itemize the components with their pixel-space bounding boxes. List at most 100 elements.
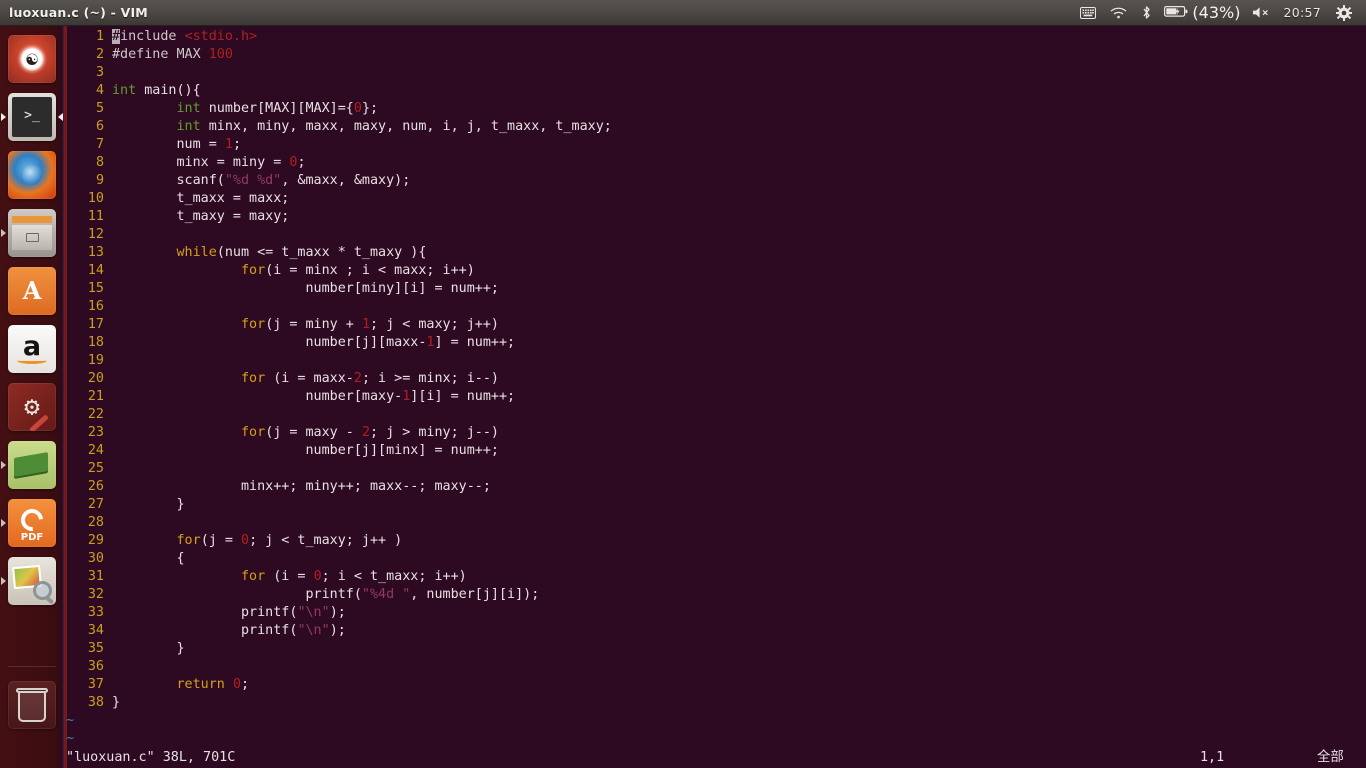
code-token: ); xyxy=(329,605,346,620)
code-line[interactable]: 15 number[miny][i] = num++; xyxy=(64,280,1366,298)
code-line[interactable]: 9 scanf("%d %d", &maxx, &maxy); xyxy=(64,172,1366,190)
code-line[interactable]: 28 xyxy=(64,514,1366,532)
code-line[interactable]: 10 t_maxx = maxx; xyxy=(64,190,1366,208)
line-number: 1 xyxy=(95,29,104,44)
launcher-item-terminal[interactable]: >_ xyxy=(0,88,64,146)
code-line[interactable]: 32 printf("%4d ", number[j][i]); xyxy=(64,586,1366,604)
code-line[interactable]: 21 number[maxy-1][i] = num++; xyxy=(64,388,1366,406)
code-line[interactable]: 4 int main(){ xyxy=(64,82,1366,100)
code-line[interactable]: 12 xyxy=(64,226,1366,244)
code-line[interactable]: 19 xyxy=(64,352,1366,370)
vim-editor[interactable]: 1 #include <stdio.h> 2 #define MAX 100 3 4 int… xyxy=(64,26,1366,768)
code-line[interactable]: 26 minx++; miny++; maxx--; maxy--; xyxy=(64,478,1366,496)
line-text xyxy=(112,460,1366,478)
line-number: 26 xyxy=(87,479,104,494)
line-text: number[j][maxx-1] = num++; xyxy=(112,334,1366,352)
keyboard-icon[interactable] xyxy=(1073,0,1103,26)
volume-muted-icon[interactable] xyxy=(1245,0,1279,26)
line-number: 22 xyxy=(87,407,104,422)
launcher-item-amazon[interactable]: a xyxy=(0,320,64,378)
code-token: ; xyxy=(241,677,250,692)
code-line[interactable]: 22 xyxy=(64,406,1366,424)
code-line[interactable]: 7 num = 1; xyxy=(64,136,1366,154)
code-line[interactable]: 11 t_maxy = maxy; xyxy=(64,208,1366,226)
code-line[interactable]: 23 for(j = maxy - 2; j > miny; j--) xyxy=(64,424,1366,442)
line-number: 28 xyxy=(87,515,104,530)
line-number: 34 xyxy=(87,623,104,638)
code-line[interactable]: 5 int number[MAX][MAX]={0}; xyxy=(64,100,1366,118)
code-token: ][i] = num++; xyxy=(410,389,516,404)
code-token: 0 xyxy=(353,101,362,116)
code-line[interactable]: 31 for (i = 0; i < t_maxx; i++) xyxy=(64,568,1366,586)
tilde-marker: ~ xyxy=(66,713,75,728)
line-text: } xyxy=(112,640,1366,658)
code-token: ] = num++; xyxy=(434,335,516,350)
wifi-icon[interactable] xyxy=(1103,0,1134,26)
line-text xyxy=(112,226,1366,244)
code-line[interactable]: 33 printf("\n"); xyxy=(64,604,1366,622)
code-line[interactable]: 6 int minx, miny, maxx, maxy, num, i, j,… xyxy=(64,118,1366,136)
launcher-item-dictionary[interactable] xyxy=(0,436,64,494)
code-line[interactable]: 3 xyxy=(64,64,1366,82)
code-line[interactable]: 18 number[j][maxx-1] = num++; xyxy=(64,334,1366,352)
code-line[interactable]: 2 #define MAX 100 xyxy=(64,46,1366,64)
code-line[interactable]: 30 { xyxy=(64,550,1366,568)
launcher-item-firefox[interactable] xyxy=(0,146,64,204)
code-line[interactable]: 34 printf("\n"); xyxy=(64,622,1366,640)
line-text xyxy=(112,658,1366,676)
window-title: luoxuan.c (~) - VIM xyxy=(9,5,148,20)
code-line[interactable]: 37 return 0; xyxy=(64,676,1366,694)
code-line[interactable]: 16 xyxy=(64,298,1366,316)
code-line[interactable]: 1 #include <stdio.h> xyxy=(64,28,1366,46)
code-line[interactable]: 36 xyxy=(64,658,1366,676)
code-line[interactable]: 25 xyxy=(64,460,1366,478)
line-number: 37 xyxy=(87,677,104,692)
code-line[interactable]: 29 for(j = 0; j < t_maxy; j++ ) xyxy=(64,532,1366,550)
launcher-item-foxit-pdf-reader[interactable]: PDF xyxy=(0,494,64,552)
code-line[interactable]: 38} xyxy=(64,694,1366,712)
line-text: for(j = 0; j < t_maxy; j++ ) xyxy=(112,532,1366,550)
clock[interactable]: 20:57 xyxy=(1279,0,1329,26)
empty-buffer-row: ~ xyxy=(64,712,1366,730)
code-token: } xyxy=(112,497,185,512)
code-token: 2 xyxy=(353,371,362,386)
bluetooth-icon[interactable] xyxy=(1134,0,1159,26)
battery-indicator[interactable]: (43%) xyxy=(1159,3,1245,22)
launcher-item-trash[interactable] xyxy=(0,676,64,734)
focused-pip-right-icon xyxy=(58,113,63,121)
launcher-item-files[interactable] xyxy=(0,204,64,262)
line-text: number[miny][i] = num++; xyxy=(112,280,1366,298)
launcher-item-system-settings[interactable]: ⚙ xyxy=(0,378,64,436)
code-token: scanf( xyxy=(112,173,225,188)
line-number: 3 xyxy=(95,65,104,80)
code-line[interactable]: 17 for(j = miny + 1; j < maxy; j++) xyxy=(64,316,1366,334)
launcher-item-ubuntu-software[interactable]: A xyxy=(0,262,64,320)
line-text: printf("%4d ", number[j][i]); xyxy=(112,586,1366,604)
gear-icon[interactable] xyxy=(1329,0,1359,26)
code-token: for xyxy=(241,371,266,386)
launcher-item-ubuntu-dash[interactable]: ☯ xyxy=(0,30,64,88)
code-line[interactable]: 27 } xyxy=(64,496,1366,514)
status-cursor-position: 1,1 xyxy=(1200,750,1225,765)
code-line[interactable]: 35 } xyxy=(64,640,1366,658)
code-token: number[MAX][MAX]={ xyxy=(200,101,354,116)
line-number: 20 xyxy=(87,371,104,386)
code-token: <stdio.h> xyxy=(184,29,258,44)
code-line[interactable]: 20 for (i = maxx-2; i >= minx; i--) xyxy=(64,370,1366,388)
code-area[interactable]: 1 #include <stdio.h> 2 #define MAX 100 3 4 int… xyxy=(64,28,1366,748)
code-token: t_maxx = maxx; xyxy=(112,191,290,206)
code-line[interactable]: 24 number[j][minx] = num++; xyxy=(64,442,1366,460)
launcher-item-image-viewer[interactable] xyxy=(0,552,64,610)
code-line[interactable]: 8 minx = miny = 0; xyxy=(64,154,1366,172)
code-token: ; xyxy=(232,137,241,152)
code-line[interactable]: 13 while(num <= t_maxx * t_maxy ){ xyxy=(64,244,1366,262)
code-line[interactable]: 14 for(i = minx ; i < maxx; i++) xyxy=(64,262,1366,280)
line-number: 36 xyxy=(87,659,104,674)
line-number: 12 xyxy=(87,227,104,242)
line-text: t_maxx = maxx; xyxy=(112,190,1366,208)
code-token: "\n" xyxy=(297,623,330,638)
line-text: } xyxy=(112,694,1366,712)
